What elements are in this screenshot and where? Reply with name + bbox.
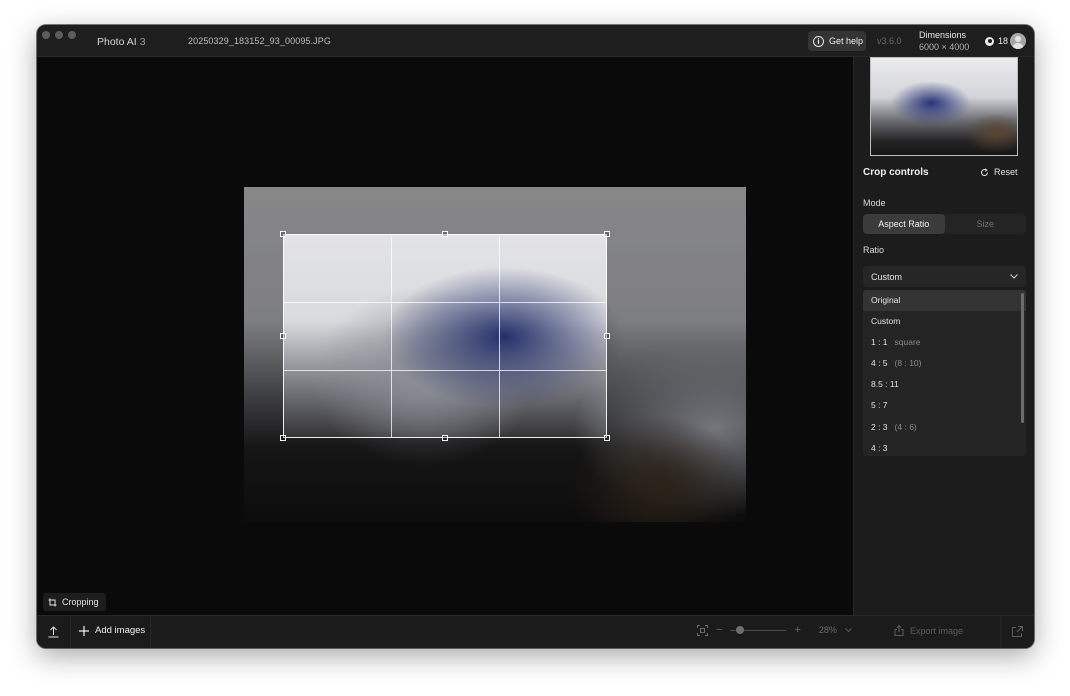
ratio-option-label: 4 : 3 <box>871 442 888 453</box>
bottom-toolbar: Add images − + 28% Export image <box>37 615 1034 648</box>
zoom-slider-knob[interactable] <box>736 625 745 634</box>
ratio-option-4-5[interactable]: 4 : 5 (8 : 10) <box>863 353 1026 374</box>
version-label: v3.6.0 <box>877 36 902 46</box>
app-name: Photo AI <box>97 36 137 48</box>
close-window-button[interactable] <box>42 31 50 39</box>
mode-segmented-control: Aspect Ratio Size <box>863 214 1026 234</box>
ratio-option-5-7[interactable]: 5 : 7 <box>863 395 1026 416</box>
ratio-option-label: 8.5 : 11 <box>871 379 899 390</box>
ratio-option-label: 4 : 5 <box>871 358 888 369</box>
crop-handle-top-right[interactable] <box>604 231 610 237</box>
crop-mask-top <box>244 187 746 234</box>
dimensions-info: Dimensions 6000 × 4000 <box>919 29 969 53</box>
credits-indicator[interactable]: 18 <box>985 36 1008 46</box>
ratio-selected-value: Custom <box>871 271 903 282</box>
crop-handle-bottom[interactable] <box>442 435 448 441</box>
app-version: 3 <box>139 36 146 48</box>
credits-icon <box>985 36 994 46</box>
crop-controls-title: Crop controls <box>863 167 929 178</box>
crop-handle-bottom-right[interactable] <box>604 435 610 441</box>
plus-icon <box>79 625 89 636</box>
ratio-options-list: Original Custom 1 : 1 square 4 : 5 (8 : 10… <box>863 290 1026 456</box>
toolbar-divider <box>1000 616 1001 648</box>
ratio-option-label: Custom <box>871 316 901 327</box>
crop-mask-left <box>244 234 283 438</box>
upload-button[interactable] <box>37 616 71 648</box>
zoom-value[interactable]: 28% <box>819 625 837 635</box>
crop-grid-line <box>284 302 606 303</box>
ratio-option-label: 5 : 7 <box>871 400 888 411</box>
info-icon: i <box>813 35 824 47</box>
chevron-down-icon <box>1010 274 1018 279</box>
ratio-list-scrollbar[interactable] <box>1021 293 1024 423</box>
ratio-option-1-1[interactable]: 1 : 1 square <box>863 332 1026 353</box>
ratio-option-4-3[interactable]: 4 : 3 <box>863 438 1026 456</box>
file-name: 20250329_183152_93_00095.JPG <box>188 36 331 46</box>
export-icon <box>894 625 904 636</box>
reset-icon <box>981 167 988 176</box>
image-canvas[interactable]: Cropping <box>37 57 853 615</box>
ratio-dropdown[interactable]: Custom <box>863 266 1026 287</box>
zoom-controls: − + 28% <box>697 624 852 636</box>
cropping-label: Cropping <box>62 597 99 607</box>
zoom-slider[interactable] <box>730 625 787 634</box>
ratio-option-hint: (8 : 10) <box>894 358 922 369</box>
add-images-label: Add images <box>95 625 146 636</box>
ratio-option-original[interactable]: Original <box>863 290 1026 312</box>
export-image-button[interactable]: Export image <box>894 625 963 636</box>
ratio-option-hint: (4 : 6) <box>894 421 917 432</box>
chevron-down-icon[interactable] <box>845 627 852 633</box>
ratio-option-label: Original <box>871 295 901 305</box>
reset-button[interactable]: Reset <box>980 167 1018 177</box>
mode-size-tab[interactable]: Size <box>945 214 1027 234</box>
crop-grid-line <box>499 235 500 437</box>
crop-sidebar: Crop controls Reset Mode Aspect Ratio Si… <box>853 57 1034 615</box>
export-image-label: Export image <box>910 625 964 636</box>
crop-icon <box>48 598 57 606</box>
window-controls <box>42 31 76 39</box>
ratio-option-2-3[interactable]: 2 : 3 (4 : 6) <box>863 417 1026 438</box>
user-avatar[interactable] <box>1010 33 1026 49</box>
mode-label: Mode <box>863 198 886 208</box>
crop-grid-line <box>284 370 606 371</box>
ratio-option-label: 1 : 1 <box>871 337 888 348</box>
zoom-in-button[interactable]: + <box>794 624 800 636</box>
ratio-option-8-5-11[interactable]: 8.5 : 11 <box>863 374 1026 395</box>
crop-handle-top-left[interactable] <box>280 231 286 237</box>
ratio-option-custom[interactable]: Custom <box>863 311 1026 332</box>
get-help-label: Get help <box>829 36 864 46</box>
share-icon[interactable] <box>1012 626 1023 637</box>
dimensions-label: Dimensions <box>919 30 967 40</box>
maximize-window-button[interactable] <box>68 31 76 39</box>
title-bar: Photo AI 3 20250329_183152_93_00095.JPG i… <box>37 25 1034 57</box>
zoom-out-button[interactable]: − <box>716 624 722 636</box>
fit-to-screen-icon[interactable] <box>697 624 708 636</box>
navigator-thumbnail[interactable] <box>870 57 1018 156</box>
minimize-window-button[interactable] <box>55 31 63 39</box>
app-window: Photo AI 3 20250329_183152_93_00095.JPG i… <box>37 25 1034 648</box>
cropping-mode-chip[interactable]: Cropping <box>43 593 106 611</box>
crop-handle-top[interactable] <box>442 231 448 237</box>
ratio-option-hint: square <box>894 337 921 348</box>
reset-label: Reset <box>994 167 1018 177</box>
toolbar-divider <box>150 616 151 648</box>
dimensions-value: 6000 × 4000 <box>919 42 970 52</box>
crop-mask-bottom <box>244 438 746 522</box>
photo-preview <box>244 187 746 522</box>
ratio-label: Ratio <box>863 245 885 255</box>
get-help-button[interactable]: i Get help <box>808 31 866 51</box>
ratio-option-label: 2 : 3 <box>871 421 888 432</box>
add-images-button[interactable]: Add images <box>79 625 145 636</box>
credits-count: 18 <box>998 36 1009 46</box>
crop-mask-right <box>607 234 746 438</box>
crop-handle-bottom-left[interactable] <box>280 435 286 441</box>
crop-handle-right[interactable] <box>604 333 610 339</box>
upload-icon <box>48 626 59 638</box>
crop-handle-left[interactable] <box>280 333 286 339</box>
crop-box[interactable] <box>280 231 610 441</box>
mode-aspect-ratio-tab[interactable]: Aspect Ratio <box>863 214 945 234</box>
app-title: Photo AI 3 <box>97 36 146 48</box>
crop-grid-line <box>391 235 392 437</box>
